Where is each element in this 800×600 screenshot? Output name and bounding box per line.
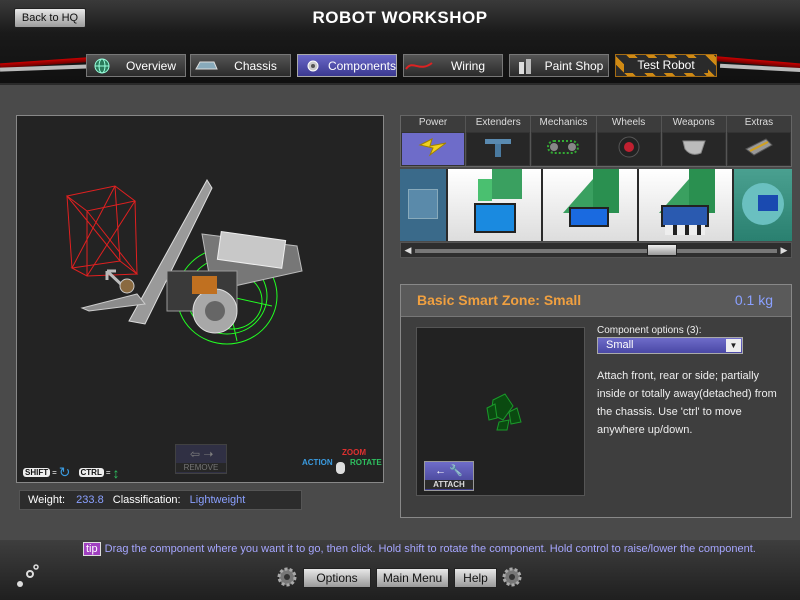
scroll-track bbox=[415, 249, 777, 253]
category-extenders[interactable]: Extenders bbox=[466, 116, 532, 166]
tip-badge: tip bbox=[83, 542, 101, 556]
category-power[interactable]: Power bbox=[401, 116, 467, 166]
category-extras-label: Extras bbox=[726, 116, 792, 132]
paint-icon bbox=[510, 55, 540, 76]
mouse-legend: ZOOM ACTION ROTATE bbox=[302, 448, 382, 478]
rotate-label: ROTATE bbox=[350, 458, 382, 467]
equals-sign-2: = bbox=[105, 468, 111, 477]
tab-chassis-label: Chassis bbox=[234, 58, 277, 73]
bottom-bar: tip Drag the component where you want it … bbox=[0, 540, 800, 600]
component-options-label: Component options (3): bbox=[597, 325, 702, 336]
gear-icon-right bbox=[501, 566, 523, 588]
category-power-label: Power bbox=[401, 116, 466, 132]
scroll-right-icon[interactable]: ▶ bbox=[778, 244, 790, 256]
smart-zone-wireframe bbox=[65, 185, 139, 277]
robot-model bbox=[65, 179, 303, 345]
chevron-down-icon[interactable]: ▼ bbox=[726, 339, 741, 352]
robot-viewport[interactable]: ⇦ ➝ REMOVE SHIFT = ↻ CTRL = ↕ ZOOM ACTIO… bbox=[16, 115, 384, 483]
tab-paint-shop-label: Paint Shop bbox=[544, 58, 604, 73]
component-option-value: Small bbox=[606, 339, 634, 351]
globe-icon bbox=[87, 55, 117, 76]
extras-icon bbox=[742, 135, 776, 164]
page-title: ROBOT WORKSHOP bbox=[312, 8, 488, 27]
shift-rotate-hint: SHIFT = ↻ CTRL = ↕ bbox=[23, 464, 120, 481]
lightning-icon bbox=[416, 135, 450, 164]
scroll-knob[interactable] bbox=[647, 244, 677, 256]
gear-icon-left bbox=[276, 566, 298, 588]
component-description: Attach front, rear or side; partially in… bbox=[597, 370, 777, 436]
tab-components-label: Components bbox=[327, 58, 396, 73]
component-category-tabs: Power Extenders Mechanics Wheels Weapons… bbox=[400, 115, 792, 167]
mouse-icon bbox=[336, 462, 345, 474]
component-name: Basic Smart Zone: Small bbox=[417, 292, 582, 308]
category-mechanics[interactable]: Mechanics bbox=[531, 116, 597, 166]
wheel-icon bbox=[617, 135, 641, 164]
category-wheels-label: Wheels bbox=[596, 116, 661, 132]
classification-label: Classification: bbox=[112, 494, 181, 506]
tab-paint-shop[interactable]: Paint Shop bbox=[509, 54, 609, 77]
category-mechanics-label: Mechanics bbox=[531, 116, 596, 132]
tip-line: tip Drag the component where you want it … bbox=[83, 542, 756, 556]
wire-icon bbox=[404, 55, 434, 76]
tab-overview-label: Overview bbox=[125, 58, 176, 73]
rotate-icon: ↻ bbox=[58, 464, 71, 480]
equals-sign: = bbox=[52, 468, 57, 477]
tab-wiring-label: Wiring bbox=[450, 58, 485, 73]
category-wheels[interactable]: Wheels bbox=[596, 116, 662, 166]
help-hint-icon[interactable] bbox=[14, 562, 42, 590]
thumbnail-scrollbar[interactable]: ◀ ▶ bbox=[400, 242, 792, 258]
category-weapons[interactable]: Weapons bbox=[661, 116, 727, 166]
zoom-label: ZOOM bbox=[342, 448, 366, 457]
classification-value: Lightweight bbox=[189, 494, 246, 506]
options-button[interactable]: Options bbox=[303, 568, 371, 588]
remove-arrow-icon: ⇦ ➝ bbox=[190, 447, 214, 461]
scroll-left-icon[interactable]: ◀ bbox=[402, 244, 414, 256]
component-weight: 0.1 kg bbox=[734, 292, 773, 308]
component-option-select[interactable]: Small ▼ bbox=[597, 337, 743, 354]
component-thumb-1[interactable] bbox=[447, 169, 542, 241]
attach-button[interactable]: ← 🔧 ATTACH bbox=[424, 461, 474, 491]
remove-label: REMOVE bbox=[176, 463, 226, 472]
category-extenders-label: Extenders bbox=[466, 116, 531, 132]
component-header: Basic Smart Zone: Small 0.1 kg bbox=[401, 285, 791, 317]
weight-classification-bar: Weight: 233.8 Classification: Lightweigh… bbox=[19, 490, 302, 510]
weight-value: 233.8 bbox=[76, 494, 104, 506]
component-thumb-4[interactable] bbox=[734, 169, 793, 241]
tab-components[interactable]: Components bbox=[297, 54, 397, 77]
category-weapons-label: Weapons bbox=[661, 116, 726, 132]
up-down-icon: ↕ bbox=[112, 464, 120, 481]
component-info-panel: Basic Smart Zone: Small 0.1 kg ← 🔧 ATTAC… bbox=[400, 284, 792, 518]
tab-test-robot[interactable]: Test Robot bbox=[615, 54, 717, 77]
help-button[interactable]: Help bbox=[454, 568, 497, 588]
component-thumb-2[interactable] bbox=[543, 169, 637, 241]
weight-label: Weight: bbox=[28, 494, 66, 506]
tab-wiring[interactable]: Wiring bbox=[403, 54, 503, 77]
chassis-icon bbox=[191, 55, 221, 76]
component-thumbnail-strip bbox=[400, 169, 793, 241]
attach-wrench-icon: ← 🔧 bbox=[435, 465, 463, 477]
attach-label: ATTACH bbox=[425, 480, 473, 489]
ctrl-key-label: CTRL bbox=[78, 468, 104, 477]
component-thumb-0[interactable] bbox=[400, 169, 446, 241]
remove-button[interactable]: ⇦ ➝ REMOVE bbox=[175, 444, 227, 474]
tab-test-robot-label: Test Robot bbox=[624, 58, 708, 73]
main-menu-button[interactable]: Main Menu bbox=[376, 568, 449, 588]
tab-chassis[interactable]: Chassis bbox=[190, 54, 291, 77]
chain-icon bbox=[544, 135, 582, 164]
gear-icon bbox=[298, 55, 328, 76]
blade-icon bbox=[677, 135, 711, 164]
tip-text: Drag the component where you want it to … bbox=[104, 543, 756, 555]
tab-overview[interactable]: Overview bbox=[86, 54, 186, 77]
extender-icon bbox=[481, 135, 515, 164]
category-extras[interactable]: Extras bbox=[726, 116, 792, 166]
top-bar: Back to HQ ROBOT WORKSHOP Overview Chass… bbox=[0, 0, 800, 85]
component-preview: ← 🔧 ATTACH bbox=[416, 327, 585, 496]
shift-key-label: SHIFT bbox=[23, 468, 51, 477]
component-thumb-3[interactable] bbox=[638, 169, 733, 241]
action-label: ACTION bbox=[302, 458, 333, 467]
